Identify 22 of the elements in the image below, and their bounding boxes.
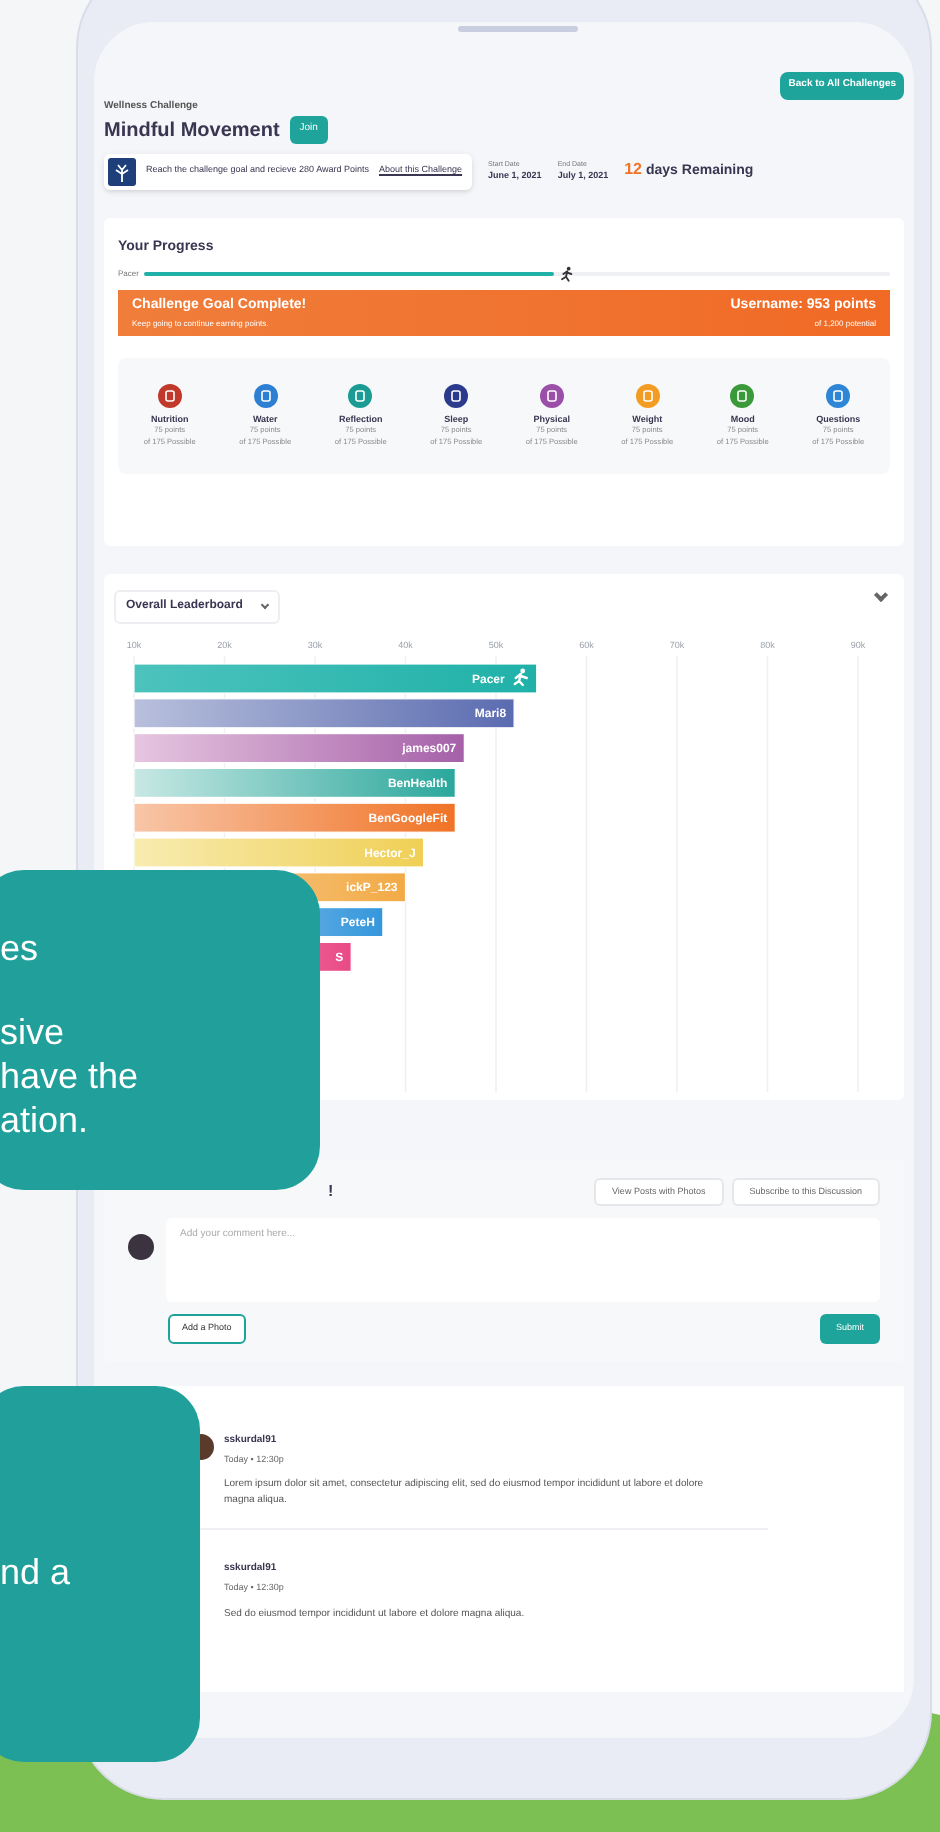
category-badge-icon	[346, 381, 375, 409]
collapse-chevron-icon[interactable]	[873, 587, 889, 602]
speaker-drawing	[458, 26, 578, 32]
callout-text: nd a	[0, 1550, 71, 1594]
category-badge-icon	[824, 381, 853, 409]
runner-icon	[558, 266, 575, 282]
callout-text: have the	[0, 1054, 139, 1098]
category-badge-icon	[155, 381, 184, 409]
days-count: 12	[624, 158, 642, 183]
category-badge-icon	[633, 381, 662, 409]
runner-icon	[513, 667, 528, 686]
discussion-title: !	[326, 1180, 334, 1204]
caret-icon	[261, 600, 270, 609]
callout-text: es	[0, 926, 39, 970]
category-badge-icon	[537, 381, 566, 409]
callout-text: sive	[0, 1010, 65, 1054]
avatar	[128, 1234, 154, 1261]
category-badge-icon	[251, 381, 280, 409]
challenge-title: Mindful Movement	[104, 117, 280, 145]
callout-text: ation.	[0, 1098, 89, 1142]
category-badge-icon	[442, 381, 471, 409]
category-badge-icon	[728, 381, 757, 409]
